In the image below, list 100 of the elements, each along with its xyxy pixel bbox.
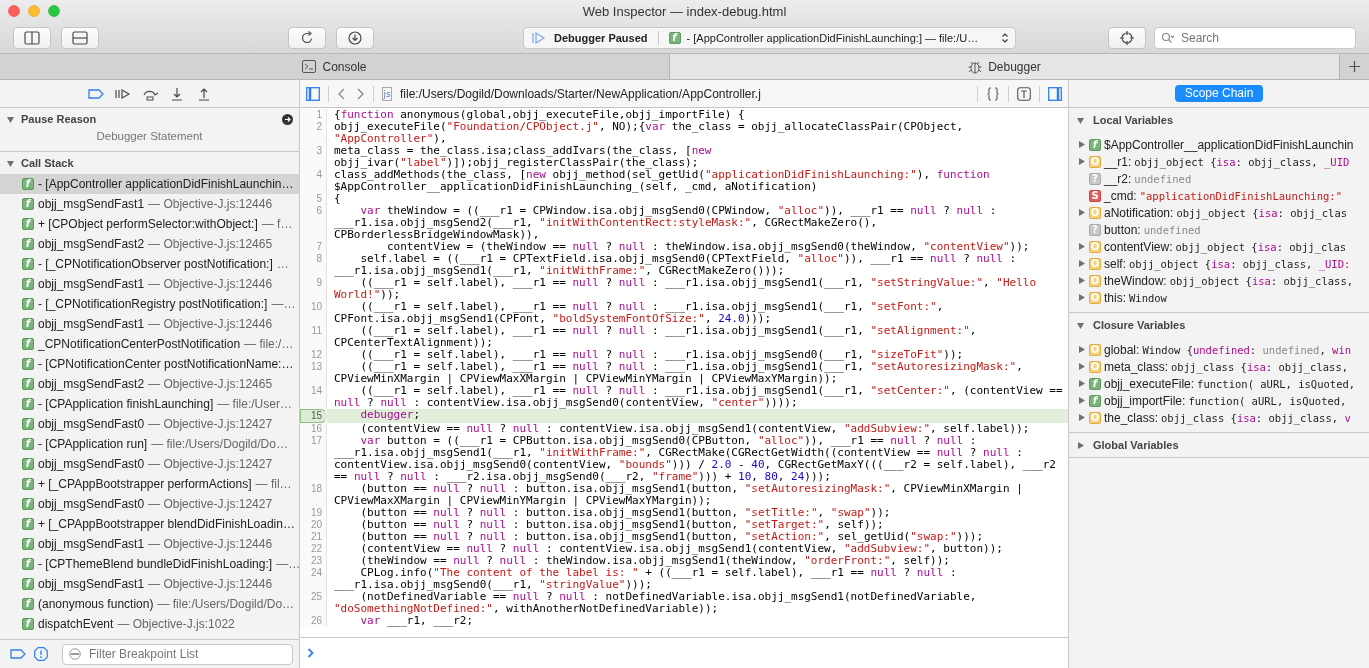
braces-icon[interactable] [986, 86, 1000, 101]
call-frame[interactable]: f objj_msgSendFast1 — Objective-J.js:12446 [0, 314, 299, 334]
continue-icon[interactable] [114, 86, 131, 101]
frame-name: objj_msgSendFast1 [38, 197, 145, 211]
expand-triangle-icon[interactable] [1077, 157, 1086, 166]
close-icon[interactable] [8, 5, 20, 17]
frame-location: — file:/… [244, 337, 294, 351]
expand-triangle-icon[interactable] [1077, 140, 1086, 149]
forward-icon[interactable] [355, 86, 365, 101]
expand-triangle-icon[interactable] [1077, 345, 1086, 354]
search-field[interactable]: Search [1154, 26, 1356, 49]
expand-triangle-icon[interactable] [1077, 379, 1086, 388]
variable-name[interactable]: _cmd: [1104, 188, 1137, 203]
details-sidebar-icon[interactable] [1048, 86, 1062, 101]
variable-value: objj_object {isa: objj_clas [1175, 240, 1347, 253]
disclosure-triangle-icon[interactable] [1076, 440, 1085, 450]
filter-field[interactable]: Filter Breakpoint List [62, 643, 293, 665]
frame-location: — file:/User… [217, 397, 292, 411]
object-icon: O [1089, 240, 1101, 253]
prompt-icon [307, 648, 315, 658]
variable-name[interactable]: global: [1104, 342, 1140, 357]
call-frame[interactable]: f (anonymous function) — file:/Users/Dogild/Do… [0, 594, 299, 614]
call-frame[interactable]: f + [_CPAppBootstrapper performActions] — fil… [0, 474, 299, 494]
function-icon: f [22, 198, 34, 210]
call-frame[interactable]: f objj_msgSendFast1 — Objective-J.js:12446 [0, 194, 299, 214]
expand-triangle-icon[interactable] [1077, 259, 1086, 268]
call-frame[interactable]: f - [CPApplication finishLaunching] — file:/User… [0, 394, 299, 414]
frame-name: (anonymous function) [38, 597, 154, 611]
call-frame[interactable]: f _CPNotificationCenterPostNotification — file:/… [0, 334, 299, 354]
exception-icon[interactable] [34, 647, 48, 661]
variable-name[interactable]: $AppController__applicationDidFinishLaunchin [1104, 137, 1354, 152]
call-frame[interactable]: f + [CPObject performSelector:withObject:] — f… [0, 214, 299, 234]
call-frame[interactable]: f objj_msgSendFast2 — Objective-J.js:12465 [0, 374, 299, 394]
variable-value: function( aURL, isQuoted, [1197, 377, 1356, 390]
call-frame[interactable]: f - [CPThemeBlend bundleDidFinishLoading:] —… [0, 554, 299, 574]
expand-triangle-icon[interactable] [1077, 362, 1086, 371]
call-frame[interactable]: f objj_msgSendFast0 — Objective-J.js:12427 [0, 414, 299, 434]
call-frame[interactable]: f - [_CPNotificationObserver postNotification:] … [0, 254, 299, 274]
breakpoints-icon[interactable] [87, 86, 104, 101]
sidebar-layout-button[interactable] [13, 26, 51, 49]
call-frame[interactable]: f objj_msgSendFast0 — Objective-J.js:12427 [0, 494, 299, 514]
function-icon: f [22, 418, 34, 430]
debugger-status-bar[interactable]: Debugger Paused f - [AppController applicationDidFinishLaunching:] — file:/U… [523, 26, 1016, 49]
variable-name[interactable]: objj_importFile: [1104, 393, 1186, 408]
section-title[interactable]: Pause Reason [21, 113, 97, 125]
disclosure-triangle-icon[interactable] [6, 158, 15, 168]
navigation-sidebar-icon[interactable] [306, 86, 320, 101]
call-frame[interactable]: f objj_msgSendFast1 — Objective-J.js:12446 [0, 274, 299, 294]
variable-name[interactable]: this: [1104, 290, 1126, 305]
variable-name[interactable]: theWindow: [1104, 273, 1167, 288]
expand-triangle-icon[interactable] [1077, 242, 1086, 251]
variable-name[interactable]: __r2: [1104, 171, 1132, 186]
expand-triangle-icon[interactable] [1077, 208, 1086, 217]
call-frame[interactable]: f - [CPNotificationCenter postNotificationName:… [0, 354, 299, 374]
text-format-icon[interactable] [1017, 86, 1031, 101]
expand-triangle-icon[interactable] [1077, 413, 1086, 422]
section-title[interactable]: Global Variables [1093, 439, 1179, 451]
frame-location: —… [276, 557, 301, 571]
crosshair-button[interactable] [1108, 26, 1146, 49]
call-frame[interactable]: f - [CPApplication run] — file:/Users/Dogild/Do… [0, 434, 299, 454]
variable-name[interactable]: the_class: [1104, 410, 1159, 425]
variable-name[interactable]: meta_class: [1104, 359, 1169, 374]
variable-name[interactable]: self: [1104, 256, 1126, 271]
object-icon: O [1089, 343, 1101, 356]
expand-triangle-icon[interactable] [1077, 293, 1086, 302]
expand-triangle-icon[interactable] [1077, 396, 1086, 405]
breakpoint-icon[interactable] [10, 648, 26, 660]
call-frame[interactable]: f objj_msgSendFast0 — Objective-J.js:12427 [0, 454, 299, 474]
section-title[interactable]: Local Variables [1093, 114, 1174, 126]
call-frame[interactable]: f objj_msgSendFast1 — Objective-J.js:12446 [0, 534, 299, 554]
frame-name: dispatchEvent [38, 617, 114, 631]
call-frame[interactable]: f objj_msgSendFast2 — Objective-J.js:12465 [0, 234, 299, 254]
crosshair-icon [1119, 30, 1135, 45]
section-title[interactable]: Call Stack [21, 157, 74, 169]
call-frame[interactable]: f objj_msgSendFast1 — Objective-J.js:12446 [0, 574, 299, 594]
disclosure-triangle-icon[interactable] [1076, 320, 1085, 330]
variable-name[interactable]: aNotification: [1104, 205, 1174, 220]
file-path[interactable]: file:/Users/Dogild/Downloads/Starter/NewApplication/AppController.j [400, 86, 761, 101]
call-frame[interactable]: f - [AppController applicationDidFinishLaunchin… [0, 174, 299, 194]
frame-location: — file:/Users/Dogild/Do… [157, 597, 295, 611]
disclosure-triangle-icon[interactable] [1076, 115, 1085, 125]
variable-name[interactable]: objj_executeFile: [1104, 376, 1195, 391]
line-number: 3 [300, 145, 327, 169]
bottom-layout-button[interactable] [61, 26, 99, 49]
object-icon: O [1089, 291, 1101, 304]
variable-name[interactable]: button: [1104, 222, 1141, 237]
back-icon[interactable] [337, 86, 347, 101]
variable-name[interactable]: contentView: [1104, 239, 1173, 254]
variable-value: objj_object {isa: objj_class, _UID [1134, 155, 1350, 168]
go-to-icon[interactable] [282, 113, 293, 125]
variable-name[interactable]: __r1: [1104, 154, 1132, 169]
download-button[interactable] [336, 26, 374, 49]
call-frame[interactable]: f dispatchEvent — Objective-J.js:1022 [0, 614, 299, 634]
call-frame[interactable]: f + [_CPAppBootstrapper blendDidFinishLoadin… [0, 514, 299, 534]
expand-triangle-icon[interactable] [1077, 276, 1086, 285]
reload-button[interactable] [288, 26, 326, 49]
call-frame[interactable]: f - [_CPNotificationRegistry postNotification:] —… [0, 294, 299, 314]
tab[interactable]: Debugger [670, 54, 1340, 79]
section-title[interactable]: Closure Variables [1093, 319, 1186, 331]
disclosure-triangle-icon[interactable] [6, 114, 15, 124]
